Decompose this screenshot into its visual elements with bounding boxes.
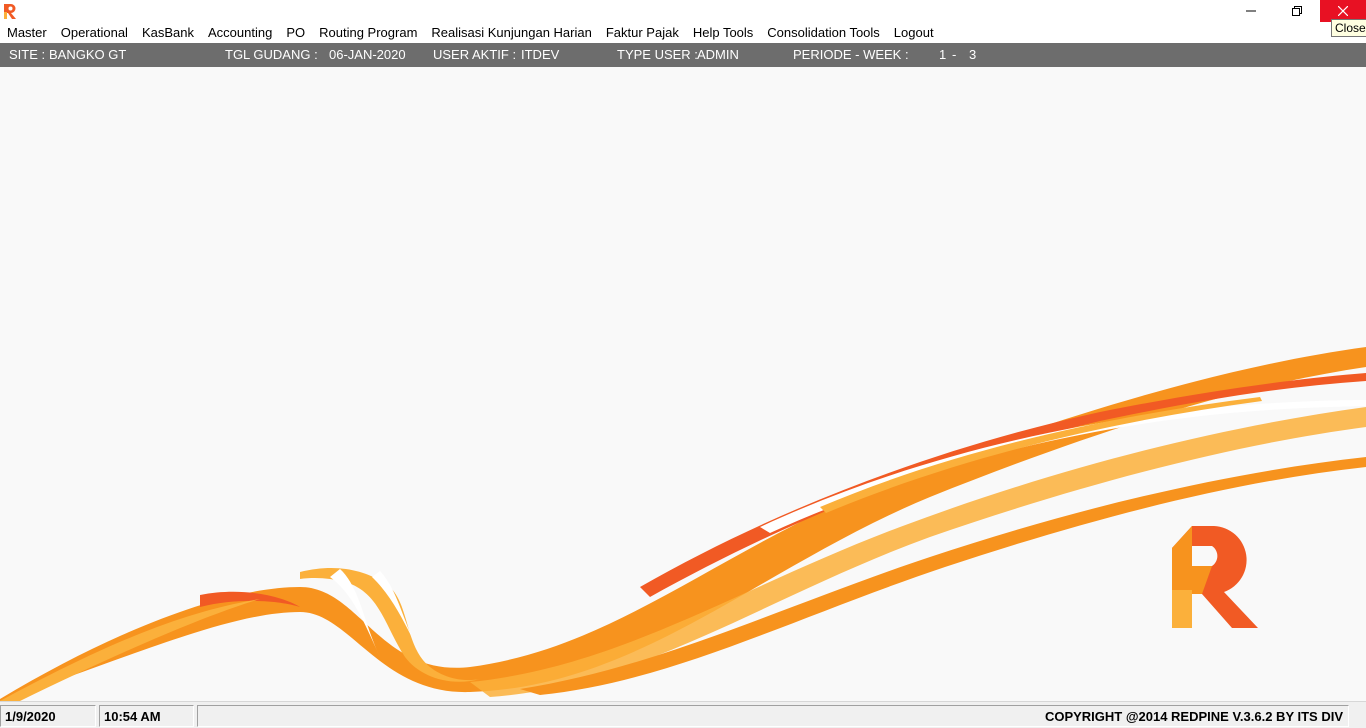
type-user-label: TYPE USER : [617, 47, 698, 62]
periode-value: 1 [939, 47, 947, 62]
orange-swoosh-background [0, 347, 1366, 701]
site-value: BANGKO GT [49, 47, 127, 62]
minimize-icon [1246, 10, 1256, 12]
user-aktif-label: USER AKTIF : [433, 47, 517, 62]
status-date: 1/9/2020 [0, 705, 96, 727]
close-tooltip: Close [1331, 19, 1366, 37]
tgl-gudang-label: TGL GUDANG : [225, 47, 318, 62]
menu-faktur-pajak[interactable]: Faktur Pajak [599, 22, 686, 43]
week-value: 3 [969, 47, 977, 62]
title-bar: Close [0, 0, 1366, 37]
periode-week-label: PERIODE - WEEK : [793, 47, 909, 62]
redpine-r-icon [4, 4, 16, 19]
restore-button[interactable] [1274, 0, 1320, 22]
menu-consolidation-tools[interactable]: Consolidation Tools [760, 22, 887, 43]
restore-icon [1292, 6, 1302, 16]
redpine-app-window: Close Master Operational KasBank Account… [0, 0, 1366, 728]
session-info-bar: SITE : BANGKO GT TGL GUDANG : 06-JAN-202… [0, 43, 1366, 67]
site-label: SITE : [9, 47, 46, 62]
menu-bar: Master Operational KasBank Accounting PO… [0, 22, 1366, 43]
menu-logout[interactable]: Logout [887, 22, 941, 43]
redpine-logo [1172, 526, 1258, 628]
minimize-button[interactable] [1228, 0, 1274, 22]
menu-kasbank[interactable]: KasBank [135, 22, 201, 43]
user-aktif-value: ITDEV [521, 47, 560, 62]
close-icon [1338, 6, 1348, 16]
menu-master[interactable]: Master [0, 22, 54, 43]
menu-realisasi-kunjungan-harian[interactable]: Realisasi Kunjungan Harian [424, 22, 598, 43]
menu-help-tools[interactable]: Help Tools [686, 22, 760, 43]
menu-routing-program[interactable]: Routing Program [312, 22, 424, 43]
menu-operational[interactable]: Operational [54, 22, 135, 43]
main-workspace [0, 67, 1366, 701]
menu-accounting[interactable]: Accounting [201, 22, 279, 43]
menu-po[interactable]: PO [279, 22, 312, 43]
status-bar: 1/9/2020 10:54 AM COPYRIGHT @2014 REDPIN… [0, 701, 1366, 728]
periode-separator: - [952, 47, 957, 62]
status-copyright: COPYRIGHT @2014 REDPINE V.3.6.2 BY ITS D… [197, 705, 1349, 727]
status-time: 10:54 AM [99, 705, 194, 727]
type-user-value: ADMIN [697, 47, 739, 62]
tgl-gudang-value: 06-JAN-2020 [329, 47, 406, 62]
